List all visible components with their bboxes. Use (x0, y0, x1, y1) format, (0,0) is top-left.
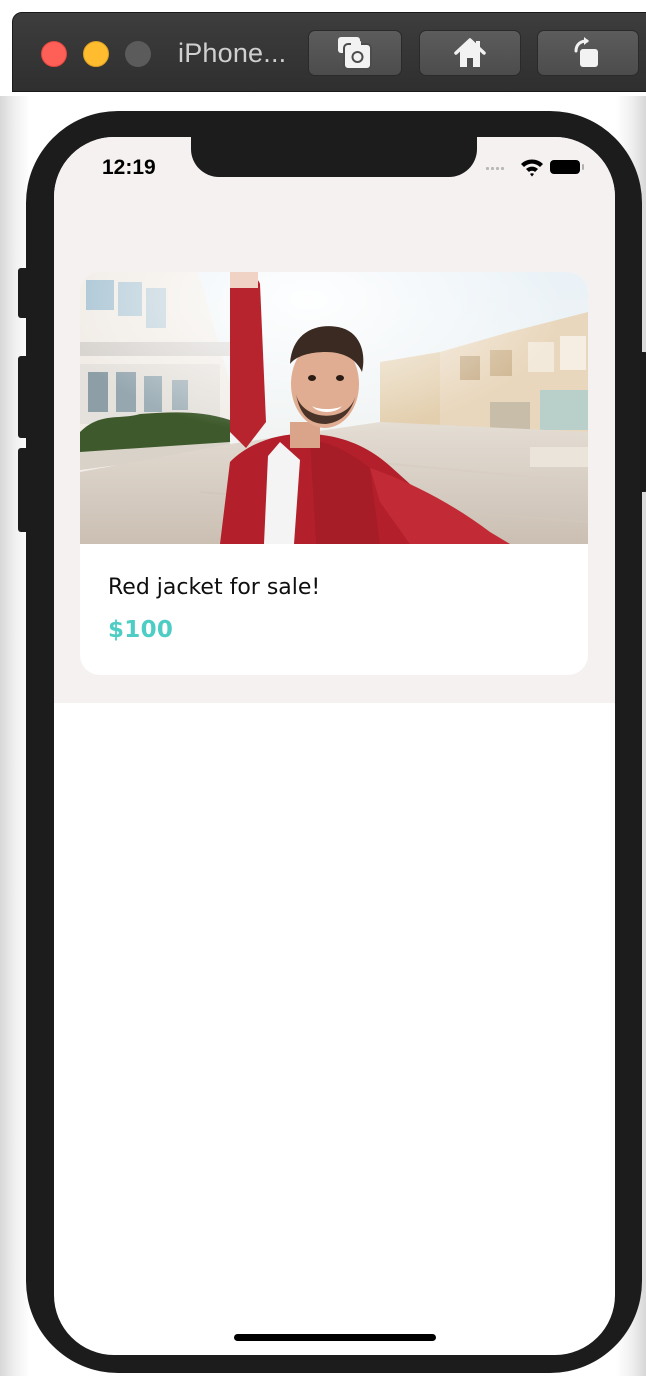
window-title: iPhone... (178, 38, 287, 68)
home-button[interactable] (419, 30, 521, 76)
home-indicator[interactable] (234, 1334, 436, 1341)
wifi-icon (521, 159, 543, 177)
listing-title: Red jacket for sale! (108, 575, 321, 600)
listings-feed[interactable]: Red jacket for sale! $100 (54, 137, 615, 703)
listing-card[interactable]: Red jacket for sale! $100 (80, 272, 588, 675)
close-window-button[interactable] (41, 41, 67, 67)
signal-dots-icon (486, 167, 504, 170)
status-time: 12:19 (102, 156, 156, 179)
screenshot-icon (338, 37, 372, 70)
listing-price: $100 (108, 617, 174, 643)
zoom-window-button[interactable] (125, 41, 151, 67)
simulator-toolbar: iPhone... (12, 12, 646, 92)
minimize-window-button[interactable] (83, 41, 109, 67)
battery-icon (550, 160, 584, 174)
device-notch (191, 137, 477, 177)
rotate-button[interactable] (537, 30, 639, 76)
screenshot-button[interactable] (308, 30, 402, 76)
iphone-screen: Red jacket for sale! $100 12:19 (54, 137, 615, 1355)
listing-image[interactable] (80, 272, 588, 544)
home-icon (454, 38, 486, 67)
rotate-icon (574, 37, 598, 67)
